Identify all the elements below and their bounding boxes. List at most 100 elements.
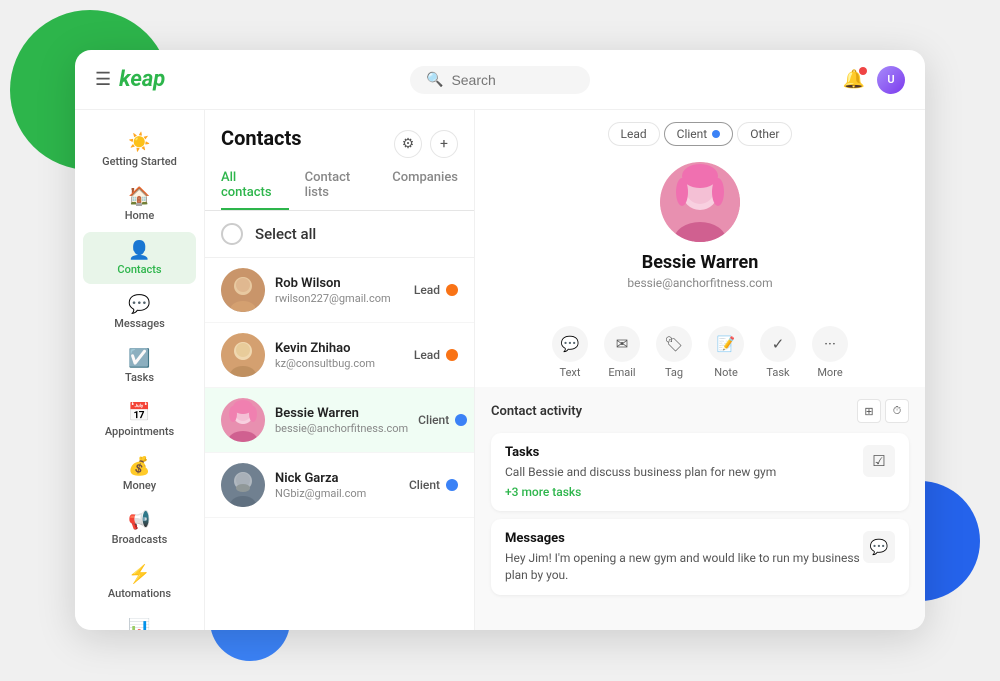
profile-email: bessie@anchorfitness.com [627, 276, 772, 290]
automations-icon: ⚡ [128, 564, 150, 585]
filter-button[interactable]: ⚙ [394, 130, 422, 158]
contact-avatar-nick [221, 463, 265, 507]
activity-card-tasks-header: Tasks Call Bessie and discuss business p… [505, 445, 895, 499]
sidebar-label-appointments: Appointments [105, 425, 174, 438]
contacts-title: Contacts [221, 126, 302, 150]
text-icon: 💬 [552, 326, 588, 362]
sidebar-label-automations: Automations [108, 587, 171, 600]
status-tab-other[interactable]: Other [737, 122, 792, 146]
tab-companies[interactable]: Companies [392, 170, 458, 210]
messages-icon: 💬 [128, 294, 150, 315]
status-tab-client[interactable]: Client [664, 122, 734, 146]
contact-info-bessie: Bessie Warren bessie@anchorfitness.com [275, 406, 408, 435]
top-bar-right: 🔔 U [843, 66, 905, 94]
sidebar-item-messages[interactable]: 💬 Messages [83, 286, 196, 338]
more-action-button[interactable]: ··· More [812, 326, 848, 379]
profile-avatar [660, 162, 740, 242]
list-view-button[interactable]: ⏱ [885, 399, 909, 423]
note-action-label: Note [714, 366, 738, 379]
status-tab-client-label: Client [677, 127, 708, 141]
client-dot [712, 130, 720, 138]
add-icon: + [440, 136, 448, 152]
email-action-button[interactable]: ✉ Email [604, 326, 640, 379]
text-action-label: Text [560, 366, 581, 379]
email-action-label: Email [608, 366, 635, 379]
sidebar-item-automations[interactable]: ⚡ Automations [83, 556, 196, 608]
contact-row[interactable]: Bessie Warren bessie@anchorfitness.com C… [205, 388, 474, 453]
contact-row[interactable]: Nick Garza NGbiz@gmail.com Client [205, 453, 474, 518]
main-content: ☀️ Getting Started 🏠 Home 👤 Contacts 💬 M… [75, 110, 925, 630]
task-action-label: Task [766, 366, 789, 379]
search-icon: 🔍 [426, 72, 443, 88]
sidebar-item-home[interactable]: 🏠 Home [83, 178, 196, 230]
contact-email-nick: NGbiz@gmail.com [275, 487, 399, 500]
contact-info-nick: Nick Garza NGbiz@gmail.com [275, 471, 399, 500]
sidebar-label-getting-started: Getting Started [102, 155, 177, 168]
sidebar-label-messages: Messages [114, 317, 165, 330]
add-contact-button[interactable]: + [430, 130, 458, 158]
contacts-list: Rob Wilson rwilson227@gmail.com Lead [205, 258, 474, 630]
action-row: 💬 Text ✉ Email 🏷 Tag 📝 Note ✓ Task [475, 318, 925, 387]
contact-email-kevin: kz@consultbug.com [275, 357, 404, 370]
tasks-icon: ☑️ [128, 348, 150, 369]
tag-action-button[interactable]: 🏷 Tag [656, 326, 692, 379]
sidebar-item-tasks[interactable]: ☑️ Tasks [83, 340, 196, 392]
activity-header: Contact activity ⊞ ⏱ [491, 399, 909, 423]
sidebar-item-money[interactable]: 💰 Money [83, 448, 196, 500]
text-action-button[interactable]: 💬 Text [552, 326, 588, 379]
search-bar: 🔍 [410, 66, 590, 94]
broadcasts-icon: 📢 [128, 510, 150, 531]
contact-badge-nick: Client [409, 478, 458, 492]
tasks-more-link[interactable]: +3 more tasks [505, 485, 776, 499]
user-avatar[interactable]: U [877, 66, 905, 94]
notification-icon[interactable]: 🔔 [843, 69, 865, 90]
contact-name-kevin: Kevin Zhihao [275, 341, 404, 356]
more-icon: ··· [812, 326, 848, 362]
contacts-toolbar: Contacts ⚙ + [221, 126, 458, 162]
tag-icon: 🏷 [656, 326, 692, 362]
activity-card-tasks-content: Tasks Call Bessie and discuss business p… [505, 445, 776, 499]
contact-row[interactable]: Kevin Zhihao kz@consultbug.com Lead [205, 323, 474, 388]
home-icon: 🏠 [128, 186, 150, 207]
badge-dot-bessie [455, 414, 467, 426]
tab-contact-lists[interactable]: Contact lists [305, 170, 377, 210]
sidebar-label-contacts: Contacts [117, 263, 161, 276]
activity-section: Contact activity ⊞ ⏱ Tasks Call Bessie a… [475, 387, 925, 630]
contact-email-bessie: bessie@anchorfitness.com [275, 422, 408, 435]
sidebar-item-pipeline[interactable]: 📊 Pipeline [83, 610, 196, 630]
status-tabs: Lead Client Other [475, 110, 925, 154]
contact-badge-kevin: Lead [414, 348, 458, 362]
sidebar-label-home: Home [125, 209, 155, 222]
contact-badge-rob: Lead [414, 283, 458, 297]
getting-started-icon: ☀️ [128, 132, 150, 153]
hamburger-icon[interactable]: ☰ [95, 69, 111, 90]
sidebar-label-tasks: Tasks [125, 371, 154, 384]
filter-icon: ⚙ [402, 136, 415, 152]
select-all-checkbox[interactable] [221, 223, 243, 245]
profile-name: Bessie Warren [642, 252, 759, 273]
activity-view-icons: ⊞ ⏱ [857, 399, 909, 423]
app-window: ☰ keap 🔍 🔔 U ☀️ Getting Started 🏠 Home [75, 50, 925, 630]
search-input[interactable] [451, 72, 571, 88]
contacts-header: Contacts ⚙ + All contacts Contact lists … [205, 110, 474, 211]
select-all-row: Select all [205, 211, 474, 258]
contact-row[interactable]: Rob Wilson rwilson227@gmail.com Lead [205, 258, 474, 323]
contact-avatar-kevin [221, 333, 265, 377]
top-bar: ☰ keap 🔍 🔔 U [75, 50, 925, 110]
badge-text-bessie: Client [418, 413, 449, 427]
note-action-button[interactable]: 📝 Note [708, 326, 744, 379]
contacts-icon: 👤 [128, 240, 150, 261]
notification-dot [859, 67, 867, 75]
sidebar-item-broadcasts[interactable]: 📢 Broadcasts [83, 502, 196, 554]
sidebar-item-contacts[interactable]: 👤 Contacts [83, 232, 196, 284]
status-tab-lead[interactable]: Lead [608, 122, 660, 146]
grid-view-button[interactable]: ⊞ [857, 399, 881, 423]
badge-text-kevin: Lead [414, 348, 440, 362]
tab-all-contacts[interactable]: All contacts [221, 170, 289, 210]
contact-avatar-bessie [221, 398, 265, 442]
task-action-button[interactable]: ✓ Task [760, 326, 796, 379]
sidebar-item-appointments[interactable]: 📅 Appointments [83, 394, 196, 446]
sidebar-item-getting-started[interactable]: ☀️ Getting Started [83, 124, 196, 176]
contact-info-kevin: Kevin Zhihao kz@consultbug.com [275, 341, 404, 370]
money-icon: 💰 [128, 456, 150, 477]
